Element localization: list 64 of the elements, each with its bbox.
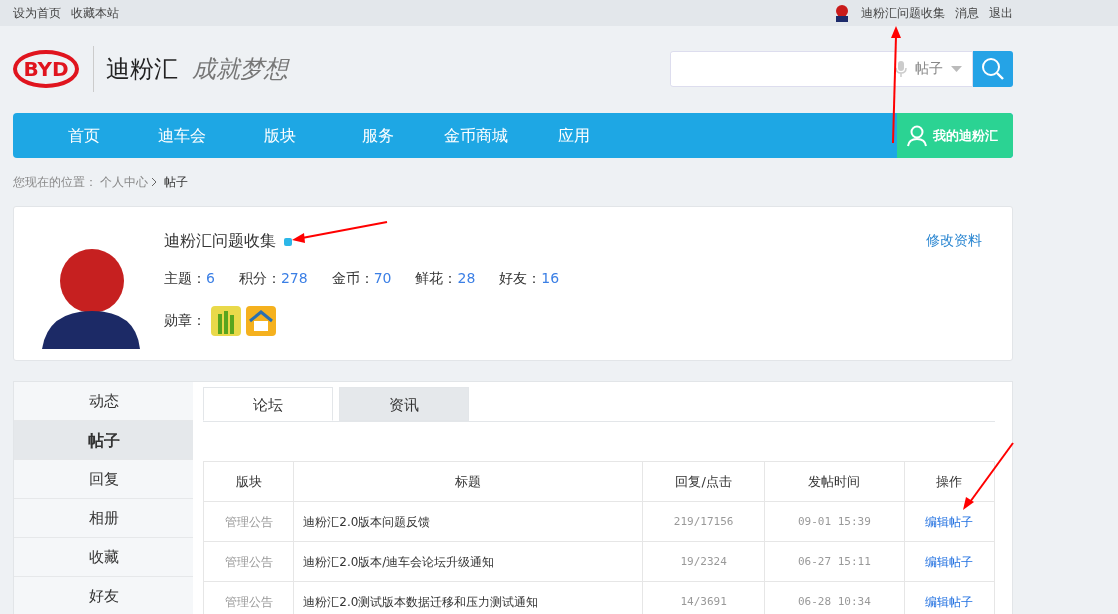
stat-value[interactable]: 28 <box>457 270 476 286</box>
board-cell: 管理公告 <box>203 541 294 582</box>
tab[interactable]: 论坛 <box>203 387 333 421</box>
profile-name: 迪粉汇问题收集 <box>164 231 276 252</box>
column-header: 标题 <box>293 461 643 502</box>
nav-item[interactable]: 迪车会 <box>133 113 231 158</box>
search-icon <box>981 57 1005 81</box>
breadcrumb-current: 帖子 <box>164 173 188 191</box>
sidebar-item[interactable]: 相册 <box>14 499 193 538</box>
post-title-link[interactable]: 迪粉汇2.0版本问题反馈 <box>303 514 431 529</box>
top-link[interactable]: 消息 <box>955 4 979 22</box>
replies-views-cell: 219/17156 <box>642 501 765 542</box>
sidebar-item[interactable]: 收藏 <box>14 538 193 577</box>
column-header: 回复/点击 <box>642 461 765 502</box>
edit-post-link[interactable]: 编辑帖子 <box>925 514 974 529</box>
chevron-right-icon <box>151 177 158 187</box>
breadcrumb-link[interactable]: 个人中心 <box>100 173 148 191</box>
tab[interactable]: 资讯 <box>339 387 469 421</box>
stat-value[interactable]: 278 <box>280 270 308 286</box>
stat-label: 鲜花： <box>415 270 458 286</box>
top-link[interactable]: 退出 <box>989 4 1013 22</box>
search-scope-dropdown[interactable]: 帖子 <box>915 60 943 78</box>
nav-item[interactable]: 服务 <box>329 113 427 158</box>
board-cell: 管理公告 <box>203 501 294 542</box>
edit-profile-link[interactable]: 修改资料 <box>926 232 982 250</box>
stat-value[interactable]: 70 <box>373 270 392 286</box>
top-link[interactable]: 收藏本站 <box>71 4 119 22</box>
status-icon <box>284 237 292 246</box>
stat-label: 积分： <box>238 270 281 286</box>
replies-views-cell: 19/2324 <box>642 541 765 582</box>
column-header: 操作 <box>904 461 995 502</box>
caret-icon[interactable] <box>951 66 962 72</box>
annotation-arrow <box>963 442 1014 510</box>
house-medal-icon[interactable] <box>246 306 276 336</box>
search-button[interactable] <box>973 51 1013 87</box>
nav-item[interactable]: 应用 <box>525 113 623 158</box>
stat-value[interactable]: 16 <box>541 270 560 286</box>
logo[interactable]: BYD <box>13 50 79 88</box>
column-header: 发帖时间 <box>764 461 905 502</box>
microphone-icon[interactable] <box>895 60 907 78</box>
stat-label: 主题： <box>164 270 206 286</box>
site-name: 迪粉汇 <box>106 54 178 85</box>
post-time-cell: 06-27 15:11 <box>764 541 905 582</box>
stat-value[interactable]: 6 <box>206 270 215 286</box>
sidebar-item[interactable]: 好友 <box>14 577 193 614</box>
medals-label: 勋章： <box>164 312 206 330</box>
edit-post-link[interactable]: 编辑帖子 <box>925 554 974 569</box>
slogan: 成就梦想 <box>192 54 288 85</box>
search-field[interactable]: 帖子 <box>670 51 973 87</box>
sidebar-item[interactable]: 回复 <box>14 460 193 499</box>
column-header: 版块 <box>203 461 294 502</box>
sidebar-item[interactable]: 帖子 <box>14 421 193 460</box>
user-name-link[interactable]: 迪粉汇问题收集 <box>861 4 945 22</box>
stat-label: 好友： <box>499 270 542 286</box>
nav-item[interactable]: 金币商城 <box>427 113 525 158</box>
nav-item[interactable]: 首页 <box>35 113 133 158</box>
user-icon <box>907 124 927 147</box>
board-cell: 管理公告 <box>203 581 294 614</box>
post-time-cell: 09-01 15:39 <box>764 501 905 542</box>
breadcrumb-label: 您现在的位置： <box>13 173 97 191</box>
stat-label: 金币： <box>331 270 374 286</box>
top-link[interactable]: 设为首页 <box>13 4 61 22</box>
avatar-icon <box>833 4 851 22</box>
nav-item[interactable]: 版块 <box>231 113 329 158</box>
